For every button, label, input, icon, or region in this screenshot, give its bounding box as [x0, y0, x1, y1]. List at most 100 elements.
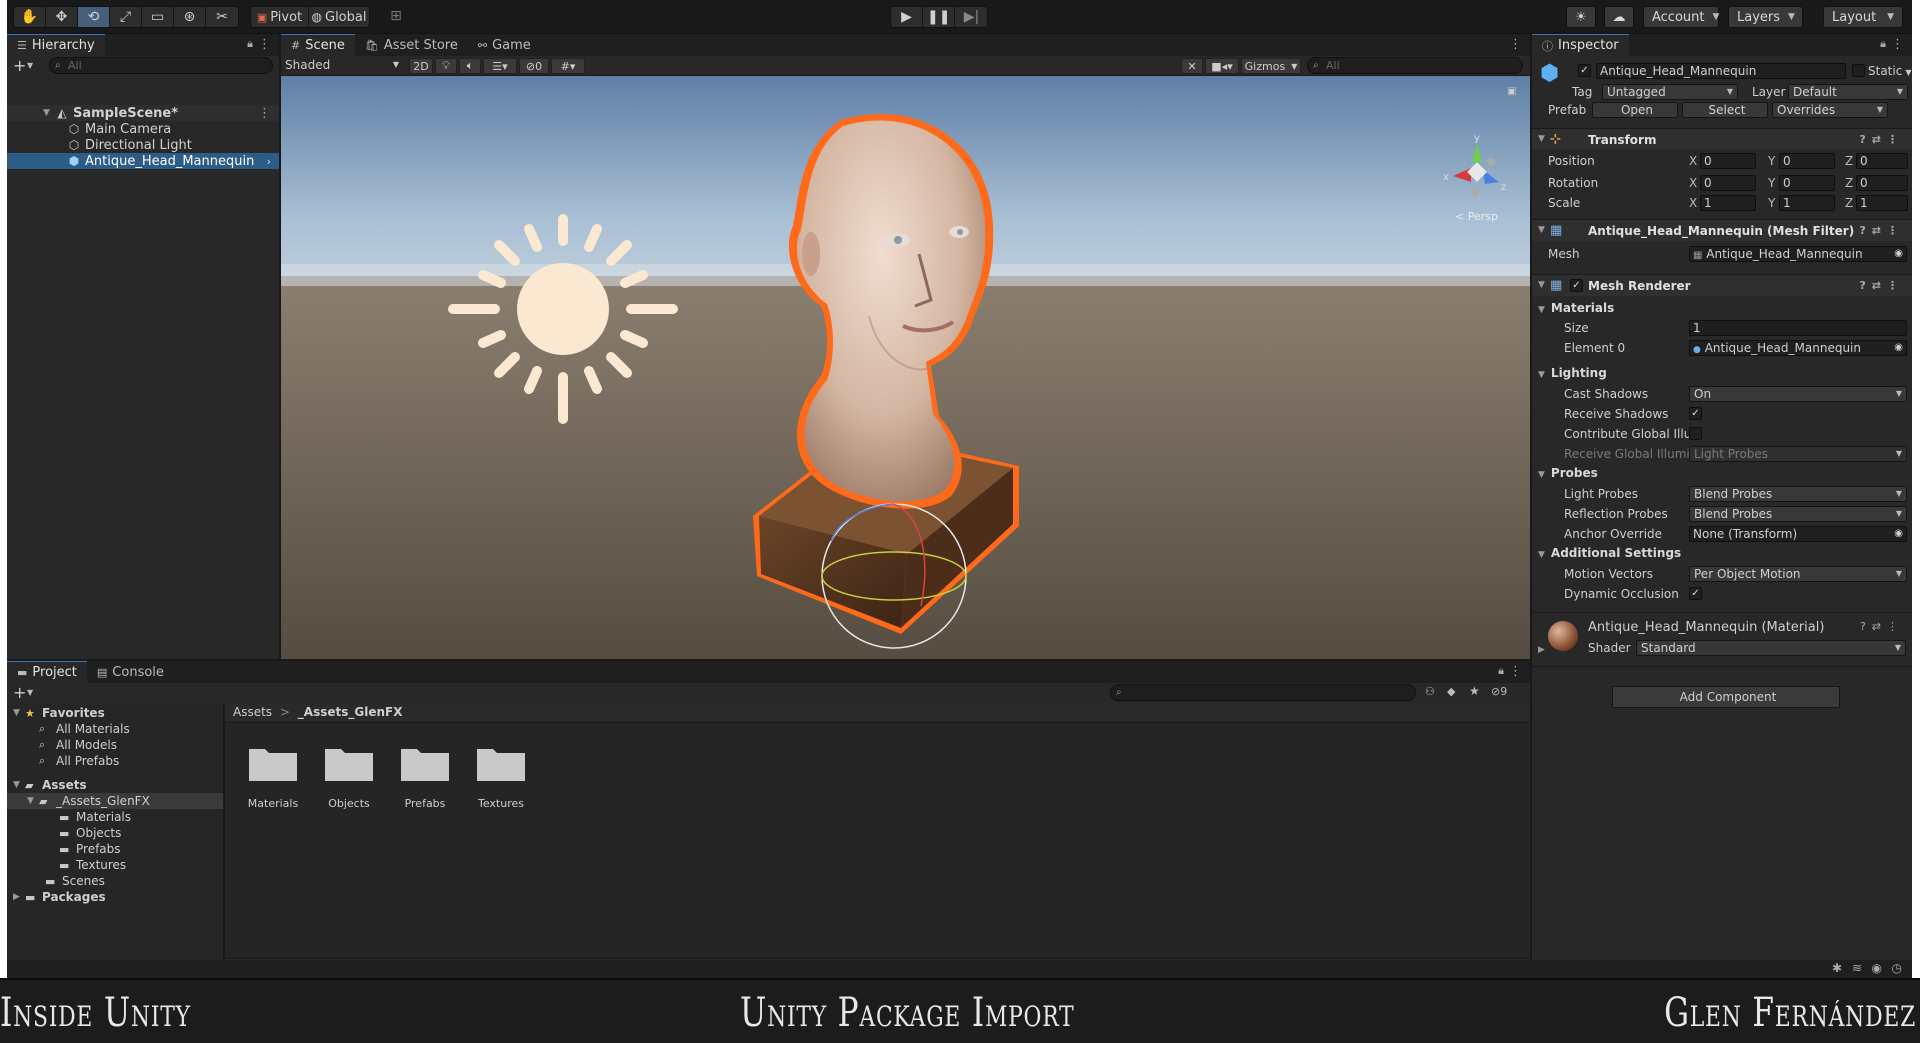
scene-viewport[interactable]: y x z < Persp ▣ [281, 76, 1530, 659]
component-header-icons[interactable]: ?⇄⋮ [1860, 620, 1904, 633]
hierarchy-search-input[interactable]: ⌕ All [49, 57, 273, 74]
tab-inspector[interactable]: ⓘ Inspector [1532, 34, 1629, 56]
rotation-y-input[interactable]: 0 [1779, 175, 1835, 191]
tree-fav-all-models[interactable]: ⌕ All Models [39, 737, 117, 753]
kebab-menu-icon[interactable]: ⋮ [1509, 664, 1522, 679]
pause-icon[interactable]: ❚❚ [923, 7, 956, 27]
chevron-down-icon[interactable]: ▼ [27, 61, 33, 70]
shader-dropdown[interactable]: Standard ▼ [1636, 640, 1906, 656]
add-icon[interactable]: + [13, 683, 26, 702]
tree-prefabs[interactable]: ▬ Prefabs [59, 841, 121, 857]
object-picker-icon[interactable]: ◉ [1894, 527, 1903, 541]
services-icon[interactable]: ☀ [1566, 6, 1596, 28]
tab-project[interactable]: ▬ Project [7, 661, 87, 683]
kebab-menu-icon[interactable]: ⋮ [1509, 37, 1522, 52]
fold-arrow-icon[interactable]: ▶ [1538, 645, 1545, 655]
lock-icon[interactable]: 🔒︎ [1498, 664, 1504, 678]
scale-z-input[interactable]: 1 [1856, 195, 1908, 211]
tab-hierarchy[interactable]: ☰ Hierarchy [7, 34, 105, 56]
mesh-filter-component-header[interactable]: ▼ ▦ Antique_Head_Mannequin (Mesh Filter)… [1532, 219, 1912, 241]
position-y-input[interactable]: 0 [1779, 153, 1835, 169]
contribute-gi-checkbox[interactable] [1689, 427, 1702, 440]
rotation-z-input[interactable]: 0 [1856, 175, 1908, 191]
tree-assets-glenfx[interactable]: ▼ ▰ _Assets_GlenFX [7, 793, 223, 809]
element0-object-field[interactable]: ● Antique_Head_Mannequin ◉ [1689, 340, 1907, 356]
gizmos-dropdown[interactable]: Gizmos ▼ [1241, 58, 1301, 74]
reflection-probes-dropdown[interactable]: Blend Probes ▼ [1689, 506, 1907, 522]
static-checkbox[interactable] [1852, 64, 1865, 77]
light-probes-dropdown[interactable]: Blend Probes ▼ [1689, 486, 1907, 502]
layers-dropdown[interactable]: Layers ▼ [1728, 6, 1803, 28]
fold-arrow-icon[interactable]: ▼ [1538, 134, 1545, 144]
layer-dropdown[interactable]: Default ▼ [1788, 84, 1908, 100]
tools-icon[interactable]: ✕ [1181, 58, 1203, 74]
tag-dropdown[interactable]: Untagged ▼ [1602, 84, 1738, 100]
hidden-objects-toggle[interactable]: ⊘ 0 [519, 58, 549, 74]
prefab-overrides-dropdown[interactable]: Overrides ▼ [1772, 102, 1888, 118]
mesh-renderer-component-header[interactable]: ▼ ▦ ✓ Mesh Renderer ?⇄⋮ [1532, 274, 1912, 296]
cache-status-icon[interactable]: ◷ [1892, 961, 1902, 975]
anchor-override-object-field[interactable]: None (Transform) ◉ [1689, 526, 1907, 542]
step-icon[interactable]: ▶| [955, 7, 987, 27]
fold-arrow-icon[interactable]: ▼ [43, 108, 55, 118]
2d-toggle-button[interactable]: 2D [409, 58, 433, 74]
lighting-status-icon[interactable]: ◉ [1872, 961, 1882, 975]
play-icon[interactable]: ▶ [891, 7, 923, 27]
bug-icon[interactable]: ✱ [1832, 961, 1842, 975]
position-z-input[interactable]: 0 [1856, 153, 1908, 169]
grid-dropdown-icon[interactable]: #▾ [551, 58, 585, 74]
tree-packages[interactable]: ▶ ▬ Packages [13, 889, 106, 905]
lock-icon[interactable]: 🔒︎ [1880, 37, 1886, 51]
tree-objects[interactable]: ▬ Objects [59, 825, 121, 841]
hierarchy-item-directional-light[interactable]: ⬡ Directional Light [7, 137, 279, 153]
search-by-type-icon[interactable]: ⚇ [1425, 685, 1435, 698]
hierarchy-item-antique-head[interactable]: ⬢ Antique_Head_Mannequin › [7, 153, 279, 169]
move-tool-icon[interactable]: ✥ [46, 7, 78, 27]
additional-settings-foldout[interactable]: ▼ Additional Settings [1538, 546, 1681, 560]
audio-toggle-icon[interactable]: 🔈︎ [459, 58, 481, 74]
scale-y-input[interactable]: 1 [1779, 195, 1835, 211]
materials-size-input[interactable]: 1 [1689, 320, 1907, 336]
rotate-tool-icon[interactable]: ⟲ [78, 7, 110, 27]
scene-render[interactable]: y x z < Persp ▣ [281, 76, 1530, 659]
hand-tool-icon[interactable]: ✋ [14, 7, 46, 27]
tree-textures[interactable]: ▬ Textures [59, 857, 126, 873]
global-button[interactable]: ◍ Global [309, 7, 369, 27]
rotation-x-input[interactable]: 0 [1700, 175, 1756, 191]
probes-foldout[interactable]: ▼ Probes [1538, 466, 1598, 480]
kebab-menu-icon[interactable]: ⋮ [1891, 37, 1904, 52]
prefab-open-button[interactable]: Open [1592, 102, 1678, 118]
add-component-button[interactable]: Add Component [1612, 686, 1840, 708]
mesh-object-field[interactable]: ▦ Antique_Head_Mannequin ◉ [1689, 246, 1907, 262]
lighting-toggle-icon[interactable]: 💡︎ [435, 58, 457, 74]
receive-shadows-checkbox[interactable]: ✓ [1689, 407, 1702, 420]
scale-tool-icon[interactable]: ⤢ [110, 7, 142, 27]
motion-vectors-dropdown[interactable]: Per Object Motion ▼ [1689, 566, 1907, 582]
tab-game[interactable]: ⚯ Game [468, 34, 541, 56]
object-picker-icon[interactable]: ◉ [1894, 247, 1903, 261]
hierarchy-item-main-camera[interactable]: ⬡ Main Camera [7, 121, 279, 137]
tab-console[interactable]: ▤ Console [87, 661, 174, 683]
lock-icon[interactable]: 🔒︎ [247, 37, 253, 51]
mesh-renderer-enabled-checkbox[interactable]: ✓ [1570, 279, 1583, 292]
tree-materials[interactable]: ▬ Materials [59, 809, 131, 825]
component-header-icons[interactable]: ?⇄⋮ [1859, 224, 1904, 237]
hidden-packages-toggle[interactable]: ⊘9 [1491, 685, 1507, 698]
tree-scenes[interactable]: ▬ Scenes [45, 873, 105, 889]
chevron-down-icon[interactable]: ▼ [27, 688, 33, 697]
static-dropdown[interactable]: Static ▼ [1868, 64, 1911, 78]
camera-dropdown-icon[interactable]: ■◂▾ [1205, 58, 1239, 74]
kebab-menu-icon[interactable]: ⋮ [258, 37, 271, 52]
lighting-foldout[interactable]: ▼ Lighting [1538, 366, 1607, 380]
breadcrumb-root[interactable]: Assets [233, 705, 272, 719]
transform-tool-icon[interactable]: ⊛ [174, 7, 206, 27]
persp-label[interactable]: < Persp [1455, 210, 1498, 223]
cloud-icon[interactable]: ☁ [1604, 6, 1634, 28]
lock-icon[interactable]: ▣ [1507, 86, 1516, 97]
component-header-icons[interactable]: ?⇄⋮ [1859, 279, 1904, 292]
tab-asset-store[interactable]: 🛍︎ Asset Store [355, 34, 468, 56]
transform-component-header[interactable]: ▼ ⊹ Transform ?⇄⋮ [1532, 128, 1912, 150]
kebab-menu-icon[interactable]: ⋮ [258, 106, 271, 121]
tree-fav-all-prefabs[interactable]: ⌕ All Prefabs [39, 753, 119, 769]
cast-shadows-dropdown[interactable]: On ▼ [1689, 386, 1907, 402]
